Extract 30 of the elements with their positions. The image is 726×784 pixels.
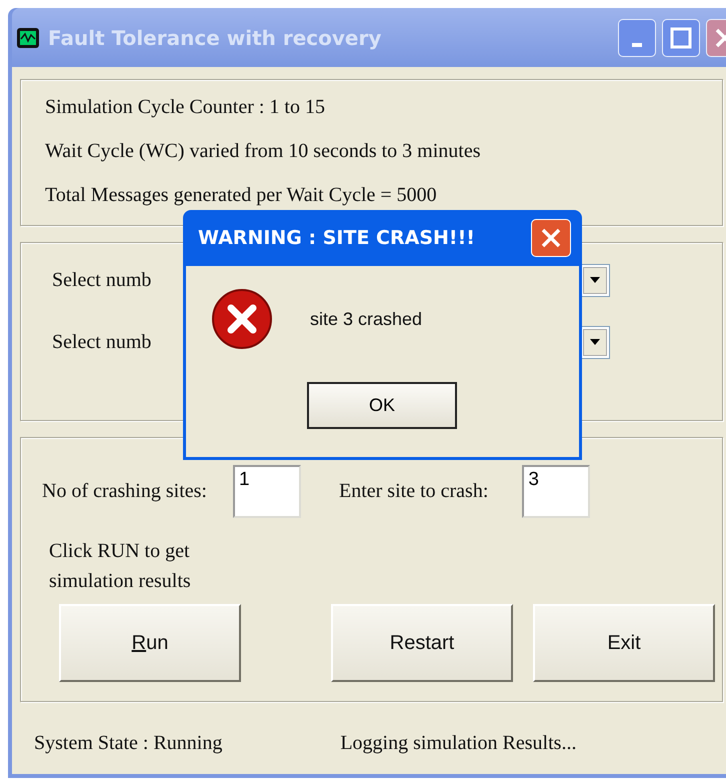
info-text: Simulation Cycle Counter : 1 to 15 bbox=[45, 95, 326, 120]
crash-site-field[interactable]: 3 bbox=[522, 464, 590, 518]
caret-icon bbox=[590, 339, 600, 345]
selector-label: Select numb bbox=[52, 268, 152, 293]
dialog-title: WARNING : SITE CRASH!!! bbox=[198, 227, 475, 249]
crash-site-label: Enter site to crash: bbox=[338, 479, 488, 504]
maximize-icon bbox=[670, 26, 692, 48]
minimize-button[interactable] bbox=[618, 18, 656, 56]
action-button[interactable]: Run bbox=[59, 604, 241, 682]
crash-count-field[interactable]: 1 bbox=[232, 464, 301, 518]
window-title: Fault Tolerance with recovery bbox=[48, 26, 382, 50]
hint-text: Click RUN to get simulation results bbox=[49, 539, 192, 594]
dialog-message: site 3 crashed bbox=[310, 308, 422, 330]
info-text: Wait Cycle (WC) varied from 10 seconds to 3 minutes bbox=[45, 139, 482, 164]
minimize-icon bbox=[632, 42, 642, 46]
system-state-text: System State : Running bbox=[34, 731, 222, 756]
error-icon bbox=[211, 288, 273, 350]
status-message: Logging simulation Results... bbox=[340, 731, 576, 756]
crash-count-label: No of crashing sites: bbox=[42, 479, 207, 504]
dropdown-arrow-button[interactable] bbox=[583, 266, 607, 294]
selector-label: Select numb bbox=[52, 330, 152, 355]
action-button[interactable]: Restart bbox=[331, 604, 513, 682]
close-icon bbox=[540, 227, 562, 249]
monitor-icon bbox=[16, 26, 40, 48]
maximize-button[interactable] bbox=[662, 18, 700, 56]
ok-button[interactable]: OK bbox=[307, 382, 457, 429]
action-button[interactable]: Exit bbox=[533, 604, 715, 682]
dropdown-arrow-button[interactable] bbox=[583, 328, 607, 356]
info-text: Total Messages generated per Wait Cycle = 5000 bbox=[45, 183, 438, 208]
caret-icon bbox=[590, 277, 600, 283]
